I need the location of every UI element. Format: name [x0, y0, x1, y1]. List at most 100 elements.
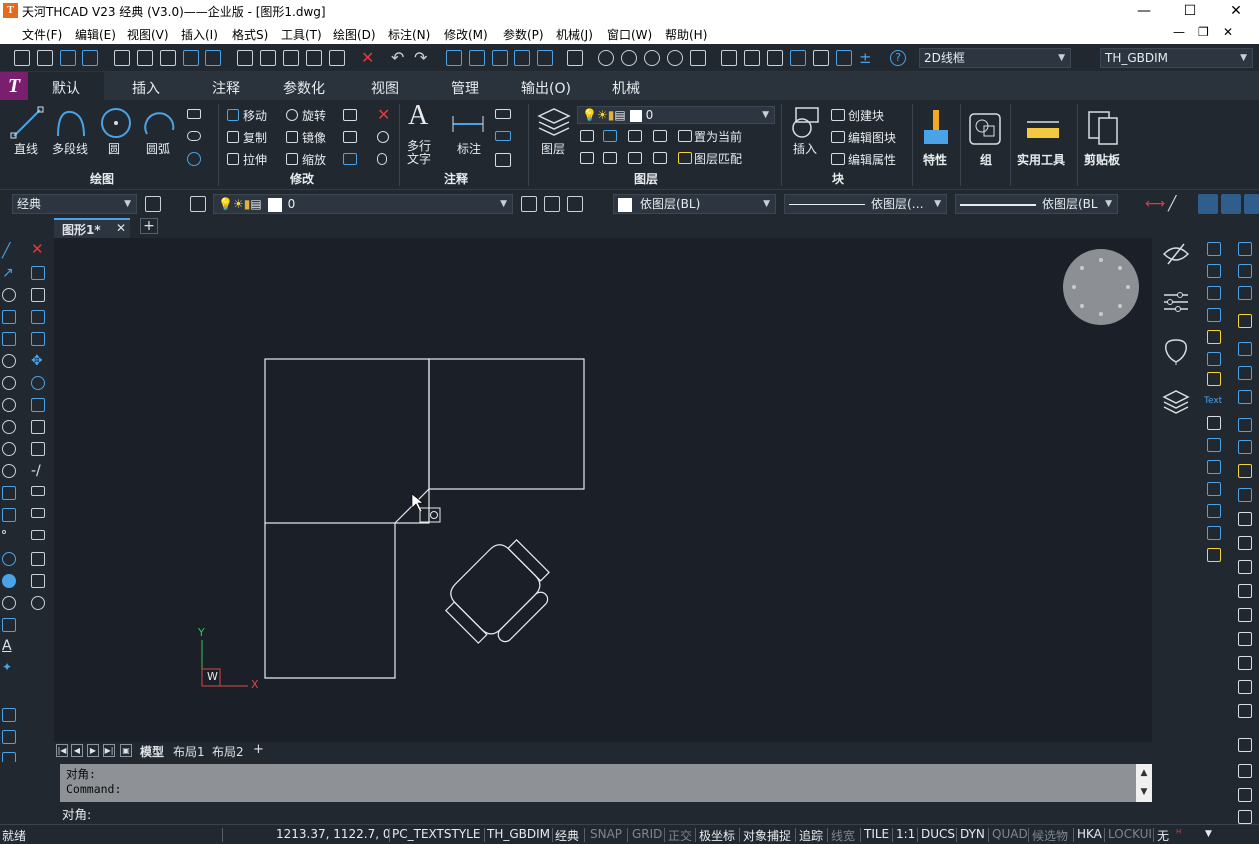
rotate-label[interactable]: 旋转 — [302, 107, 326, 124]
erase-tool-icon[interactable]: ✕ — [31, 242, 45, 257]
set-current-label[interactable]: 置为当前 — [694, 128, 742, 145]
add-layout-button[interactable]: + — [253, 742, 264, 757]
dim-tool-3-icon[interactable] — [1207, 264, 1221, 278]
options-icon[interactable] — [744, 50, 760, 66]
dim-tool-4-icon[interactable] — [1238, 264, 1252, 278]
tab-manage[interactable]: 管理 — [451, 78, 479, 98]
dim-aligned-icon[interactable]: ╱ — [1168, 196, 1184, 212]
status-ortho[interactable]: 正交 — [668, 827, 692, 844]
add-selected-icon[interactable]: ✦ — [2, 660, 16, 674]
status-scale[interactable]: 1:1 — [896, 827, 915, 841]
menu-window[interactable]: 窗口(W) — [607, 26, 652, 43]
mirror-label[interactable]: 镜像 — [302, 129, 326, 146]
menu-format[interactable]: 格式S) — [232, 26, 268, 43]
break-at-point-icon[interactable] — [31, 486, 45, 496]
delete-icon[interactable]: ✕ — [361, 50, 377, 66]
dim-tool-6-icon[interactable] — [1238, 286, 1252, 300]
markup-icon[interactable] — [836, 50, 852, 66]
draw-panel-label[interactable]: 绘图 — [90, 170, 114, 187]
status-lineweight[interactable]: 线宽 — [831, 827, 855, 844]
scale-icon[interactable] — [286, 153, 298, 165]
match-properties-icon[interactable] — [329, 50, 345, 66]
edit-block-icon[interactable] — [831, 131, 845, 143]
mdi-close-button[interactable]: ✕ — [1223, 25, 1233, 39]
status-otrack[interactable]: 追踪 — [799, 827, 823, 844]
undo-icon[interactable]: ↶ — [391, 50, 407, 66]
menu-file[interactable]: 文件(F) — [22, 26, 62, 43]
properties-icon[interactable] — [767, 50, 783, 66]
last-layout-icon[interactable]: ▶| — [103, 744, 115, 757]
zoom-extents-icon[interactable] — [690, 50, 706, 66]
trim-tool-icon[interactable] — [31, 442, 45, 456]
dim-tool-12-icon[interactable] — [1238, 366, 1252, 380]
design-center-icon[interactable] — [790, 50, 806, 66]
trim-icon[interactable] — [343, 109, 357, 121]
draw-rectangle-icon[interactable] — [2, 332, 16, 346]
layer-isolate-icon[interactable] — [603, 130, 617, 142]
dim-tool-24-icon[interactable] — [1238, 512, 1252, 526]
status-lockui[interactable]: LOCKUI — [1108, 827, 1152, 841]
dim-tool-5-icon[interactable] — [1207, 286, 1221, 300]
create-block-icon[interactable] — [831, 109, 845, 121]
array-tool-icon[interactable] — [31, 332, 45, 346]
fillet-tool-icon[interactable] — [31, 574, 45, 588]
status-coordinates[interactable]: 1213.37, 1122.7, 0 — [276, 827, 391, 841]
layer-tool-2-icon[interactable] — [2, 730, 16, 744]
mtext-tool-icon[interactable]: A — [2, 638, 16, 654]
status-menu-icon[interactable]: ▼ — [1205, 829, 1212, 839]
menu-dimension[interactable]: 标注(N) — [388, 26, 430, 43]
layers-panel-label[interactable]: 图层 — [634, 170, 658, 187]
layer-freeze-icon[interactable] — [628, 130, 642, 142]
gradient-icon[interactable] — [2, 574, 16, 588]
prev-layout-icon[interactable]: ◀ — [71, 744, 83, 757]
draw-point-icon[interactable] — [2, 530, 6, 534]
block-panel-label[interactable]: 块 — [832, 170, 844, 187]
select-similar-icon[interactable] — [514, 50, 530, 66]
paste-icon[interactable] — [283, 50, 299, 66]
circle-label[interactable]: 圆 — [108, 140, 120, 157]
status-polar[interactable]: 极坐标 — [699, 827, 735, 844]
draw-polygon-icon[interactable] — [2, 310, 16, 324]
draw-ellipse-arc-icon[interactable] — [2, 442, 16, 456]
cut-icon[interactable] — [237, 50, 253, 66]
dim-tool-36-icon[interactable] — [1238, 764, 1252, 778]
doc-tab-close-icon[interactable]: ✕ — [116, 221, 126, 235]
print-preview-icon[interactable] — [137, 50, 153, 66]
dim-tool-20-icon[interactable] — [1238, 464, 1252, 478]
layer-on-tool-icon[interactable] — [580, 152, 594, 164]
explode-icon[interactable] — [377, 131, 389, 143]
menu-mechanical[interactable]: 机械(J) — [556, 26, 593, 43]
mdi-restore-button[interactable]: ❐ — [1198, 25, 1209, 39]
rotate-tool-icon[interactable] — [31, 376, 45, 390]
polyline-label[interactable]: 多段线 — [52, 140, 88, 157]
zoom-previous-icon[interactable] — [667, 50, 683, 66]
copy-icon[interactable] — [260, 50, 276, 66]
dim-tool-28-icon[interactable] — [1238, 560, 1252, 574]
layer-state-icon[interactable] — [567, 196, 583, 212]
stretch-icon[interactable] — [227, 153, 239, 165]
status-osnap[interactable]: 对象捕捉 — [743, 827, 791, 844]
text-style-icon[interactable] — [495, 131, 511, 141]
clipboard-icon[interactable] — [1087, 108, 1121, 148]
publish-icon[interactable] — [160, 50, 176, 66]
offset-icon[interactable] — [377, 153, 387, 165]
dim-tool-37-icon[interactable] — [1238, 788, 1252, 802]
pan-icon[interactable] — [598, 50, 614, 66]
scale-tool-icon[interactable] — [31, 398, 45, 412]
insert-block-tool-icon[interactable] — [2, 486, 16, 500]
insert-block-icon[interactable] — [788, 106, 822, 138]
save-icon[interactable] — [60, 50, 76, 66]
help-icon[interactable]: ? — [890, 50, 906, 66]
clipboard-label[interactable]: 剪贴板 — [1084, 151, 1120, 168]
tab-mechanical[interactable]: 机械 — [612, 78, 640, 98]
3d-print-icon[interactable] — [205, 50, 221, 66]
status-tile[interactable]: TILE — [864, 827, 889, 841]
utilities-ruler-icon[interactable] — [1025, 114, 1061, 140]
dim-tool-22-icon[interactable] — [1238, 488, 1252, 502]
layer-manager-icon[interactable] — [190, 196, 206, 212]
annotation-panel-label[interactable]: 注释 — [444, 170, 468, 187]
move-tool-icon[interactable]: ✥ — [31, 354, 45, 368]
redo-icon[interactable]: ↷ — [414, 50, 430, 66]
scroll-up-icon[interactable]: ▲ — [1136, 764, 1152, 783]
close-button[interactable]: ✕ — [1213, 1, 1259, 21]
